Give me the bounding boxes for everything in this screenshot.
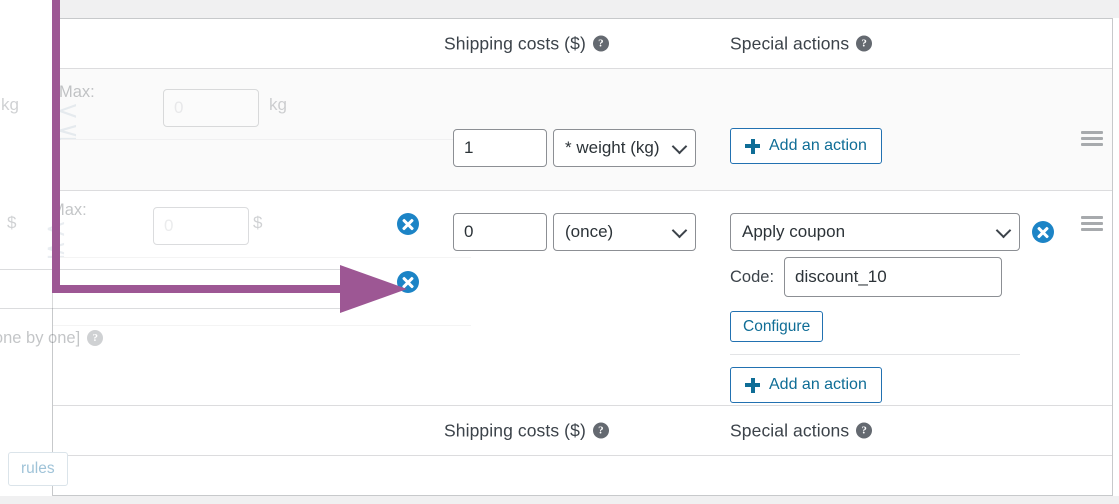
row2-configure-label: Configure — [743, 317, 811, 335]
row1-comparator-icons[interactable]: < ≤ — [57, 98, 79, 145]
help-icon[interactable]: ? — [592, 422, 609, 439]
row2-action-select[interactable]: Apply coupon — [730, 213, 1020, 251]
row2-drag-handle-icon[interactable] — [1081, 216, 1103, 232]
row1-max-input[interactable] — [163, 89, 259, 127]
row2-add-action-button[interactable]: Add an action — [730, 367, 882, 403]
row2-actions-divider — [730, 354, 1020, 355]
top-background-strip — [52, 0, 1119, 18]
row1-multiplier-value: * weight (kg) — [565, 138, 660, 157]
row2-code-label: Code: — [730, 267, 775, 286]
table-row: $ Max: < ≤ $ ed one by one]? (once) — [0, 191, 1112, 406]
bottom-background-strip — [0, 496, 1119, 504]
help-icon[interactable]: ? — [592, 35, 609, 52]
row1-prev-unit: kg — [1, 95, 19, 114]
header-special-actions: Special actions? — [730, 33, 873, 54]
row2-action-value: Apply coupon — [742, 222, 846, 241]
shipping-rules-table: Shipping costs ($)? Special actions? kg … — [0, 18, 1113, 496]
row1-inner-divider — [61, 139, 471, 140]
row1-unit-label: kg — [269, 95, 287, 114]
help-icon[interactable]: ? — [87, 329, 104, 346]
row2-prev-unit: $ — [7, 213, 17, 232]
header-special-actions-label: Special actions — [730, 33, 850, 53]
table-row: kg Max: < ≤ kg * weight (kg) Add an acti… — [1, 69, 1112, 191]
plus-icon — [745, 138, 760, 154]
plus-icon — [745, 377, 760, 393]
chevron-down-icon — [671, 222, 688, 239]
chevron-down-icon — [995, 222, 1012, 239]
row2-tail-text-label: ed one by one] — [0, 329, 81, 347]
screenshot-root: Shipping costs ($)? Special actions? kg … — [0, 0, 1119, 504]
rules-button-label: rules — [21, 460, 55, 477]
row2-multiplier-select[interactable]: (once) — [553, 213, 696, 251]
row2-unit-label: $ — [253, 213, 263, 232]
table-header-bottom: Shipping costs ($)? Special actions? — [53, 406, 1112, 456]
footer-header-special-actions-label: Special actions — [730, 420, 850, 440]
row2-multiplier-value: (once) — [565, 222, 614, 241]
chevron-down-icon — [671, 138, 688, 155]
row2-max-input[interactable] — [153, 207, 249, 245]
row2-cost-input[interactable] — [453, 213, 547, 251]
row2-delete-action-button[interactable] — [1032, 221, 1054, 243]
header-shipping-costs: Shipping costs ($)? — [444, 33, 609, 54]
row1-add-action-button[interactable]: Add an action — [730, 128, 882, 164]
row2-delete-condition-1-button[interactable] — [397, 213, 419, 235]
rules-button[interactable]: rules — [8, 452, 68, 486]
help-icon[interactable]: ? — [856, 35, 873, 52]
row2-configure-button[interactable]: Configure — [730, 311, 824, 342]
row2-extra-text-input[interactable] — [0, 269, 353, 309]
footer-header-special-actions: Special actions? — [730, 420, 873, 441]
footer-header-shipping-costs: Shipping costs ($)? — [444, 420, 609, 441]
row2-inner-divider-1 — [53, 257, 471, 258]
row2-comparator-icons[interactable]: < ≤ — [45, 216, 67, 263]
row1-cost-input[interactable] — [453, 129, 547, 167]
row2-code-input[interactable] — [784, 257, 1003, 297]
footer-header-shipping-costs-label: Shipping costs ($) — [444, 420, 586, 440]
help-icon[interactable]: ? — [856, 422, 873, 439]
row1-multiplier-select[interactable]: * weight (kg) — [553, 129, 696, 167]
row2-delete-condition-2-button[interactable] — [397, 271, 419, 293]
row1-drag-handle-icon[interactable] — [1081, 131, 1103, 147]
table-header-top: Shipping costs ($)? Special actions? — [53, 19, 1112, 69]
row2-add-action-label: Add an action — [769, 376, 867, 393]
row2-inner-divider-2 — [53, 325, 471, 326]
row2-tail-text: ed one by one]? — [0, 329, 104, 348]
row2-coupon-code-field: Code: — [730, 257, 1003, 297]
header-shipping-costs-label: Shipping costs ($) — [444, 33, 586, 53]
row1-add-action-label: Add an action — [769, 137, 867, 154]
